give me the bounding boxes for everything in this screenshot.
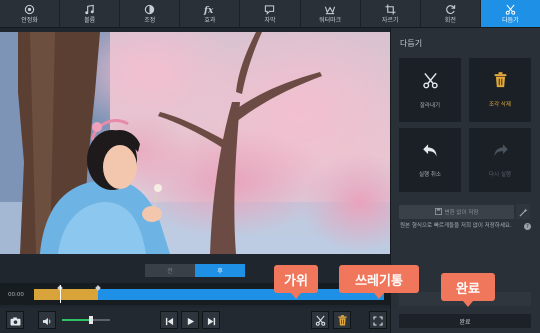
video-frame-image — [0, 32, 390, 254]
tool-volume[interactable]: 볼륨 — [60, 0, 121, 27]
scissors-icon — [422, 72, 439, 93]
tool-adjust[interactable]: 조정 — [120, 0, 181, 27]
undo-icon — [422, 143, 439, 162]
skip-back-icon — [165, 311, 174, 330]
tool-label: 자르기 — [381, 17, 399, 24]
fx-icon: fx — [203, 3, 216, 16]
help-icon[interactable]: ? — [524, 223, 531, 230]
selected-segment[interactable] — [34, 289, 98, 300]
done-label: 완료 — [459, 318, 471, 326]
done-button[interactable]: 완료 — [399, 314, 531, 328]
tab-before[interactable]: 전 — [145, 264, 195, 277]
previous-frame-button[interactable] — [160, 311, 178, 329]
tool-trim[interactable]: 다듬기 — [480, 0, 540, 27]
top-toolbar: 안정화 볼륨 조정 fx 효과 자막 워터마크 자르기 회전 다듬기 — [0, 0, 540, 28]
cut-panel-button[interactable]: 잘라내기 — [399, 58, 461, 122]
tool-crop[interactable]: 자르기 — [361, 0, 421, 27]
delete-segment-button[interactable]: 조각 삭제 — [469, 58, 531, 122]
play-icon — [186, 311, 195, 330]
callout-done: 완료 — [441, 273, 495, 307]
tool-label: 효과 — [204, 17, 216, 24]
tool-effects[interactable]: fx 효과 — [180, 0, 241, 27]
scissors-icon — [505, 3, 516, 16]
redo-icon — [492, 143, 509, 162]
current-time: 00:00 — [8, 292, 24, 298]
svg-text:fx: fx — [203, 5, 214, 15]
fullscreen-icon — [373, 311, 383, 330]
trash-icon — [337, 311, 347, 330]
tool-rotate[interactable]: 회전 — [421, 0, 481, 27]
crop-icon — [385, 3, 396, 16]
delete-button[interactable] — [333, 311, 351, 329]
save-without-conversion-button[interactable]: 변환 없이 저장 — [399, 205, 514, 219]
save-label: 변환 없이 저장 — [444, 210, 479, 216]
tool-label: 안정화 — [21, 17, 38, 24]
adjust-icon — [144, 3, 155, 16]
cut-button[interactable] — [311, 311, 329, 329]
wand-icon — [519, 202, 528, 221]
redo-label: 다시 실행 — [489, 171, 511, 178]
save-icon — [434, 207, 442, 217]
tool-label: 자막 — [264, 17, 276, 24]
music-note-icon — [84, 3, 95, 16]
undo-button[interactable]: 실행 취소 — [399, 128, 461, 192]
fullscreen-button[interactable] — [369, 311, 387, 329]
scissors-icon — [315, 311, 326, 330]
tab-after[interactable]: 후 — [195, 264, 245, 277]
cut-label: 잘라내기 — [419, 102, 441, 109]
callout-done-label: 완료 — [456, 281, 480, 297]
snapshot-button[interactable] — [6, 311, 24, 329]
callout-scissors: 가위 — [274, 265, 318, 299]
tool-label: 워터마크 — [319, 17, 342, 24]
tool-label: 다듬기 — [502, 17, 519, 24]
stabilize-icon — [24, 3, 35, 16]
callout-scissors-label: 가위 — [284, 273, 308, 289]
playhead[interactable] — [60, 285, 61, 303]
delete-label: 조각 삭제 — [489, 102, 511, 108]
save-note: 원본 형식으로 빠르게들을 저희 없이 저장하세요. — [400, 223, 512, 229]
volume-knob[interactable] — [88, 316, 93, 324]
callout-trash: 쓰레기통 — [339, 265, 419, 299]
trash-icon — [494, 72, 507, 92]
tool-label: 조정 — [144, 17, 156, 24]
video-editor-window: 안정화 볼륨 조정 fx 효과 자막 워터마크 자르기 회전 다듬기 전 후 0… — [0, 0, 540, 333]
tool-label: 볼륨 — [84, 17, 96, 24]
next-frame-button[interactable] — [202, 311, 220, 329]
tool-watermark[interactable]: 워터마크 — [301, 0, 361, 27]
tool-subtitle[interactable]: 자막 — [240, 0, 301, 27]
watermark-icon — [324, 3, 336, 16]
undo-label: 실행 취소 — [419, 171, 441, 178]
camera-icon — [10, 311, 21, 330]
redo-button[interactable]: 다시 실행 — [469, 128, 531, 192]
rotate-icon — [445, 3, 456, 16]
play-button[interactable] — [181, 311, 199, 329]
panel-title: 다듬기 — [400, 39, 423, 48]
speaker-icon — [42, 311, 52, 330]
subtitle-icon — [264, 3, 275, 16]
before-after-tabs: 전 후 — [145, 264, 245, 277]
video-preview — [0, 32, 390, 254]
tool-label: 회전 — [444, 17, 456, 24]
edit-settings-button[interactable] — [516, 204, 530, 219]
volume-button[interactable] — [38, 311, 56, 329]
tool-stabilize[interactable]: 안정화 — [0, 0, 61, 27]
callout-trash-label: 쓰레기통 — [355, 273, 403, 289]
volume-fill — [62, 319, 91, 321]
skip-forward-icon — [207, 311, 216, 330]
